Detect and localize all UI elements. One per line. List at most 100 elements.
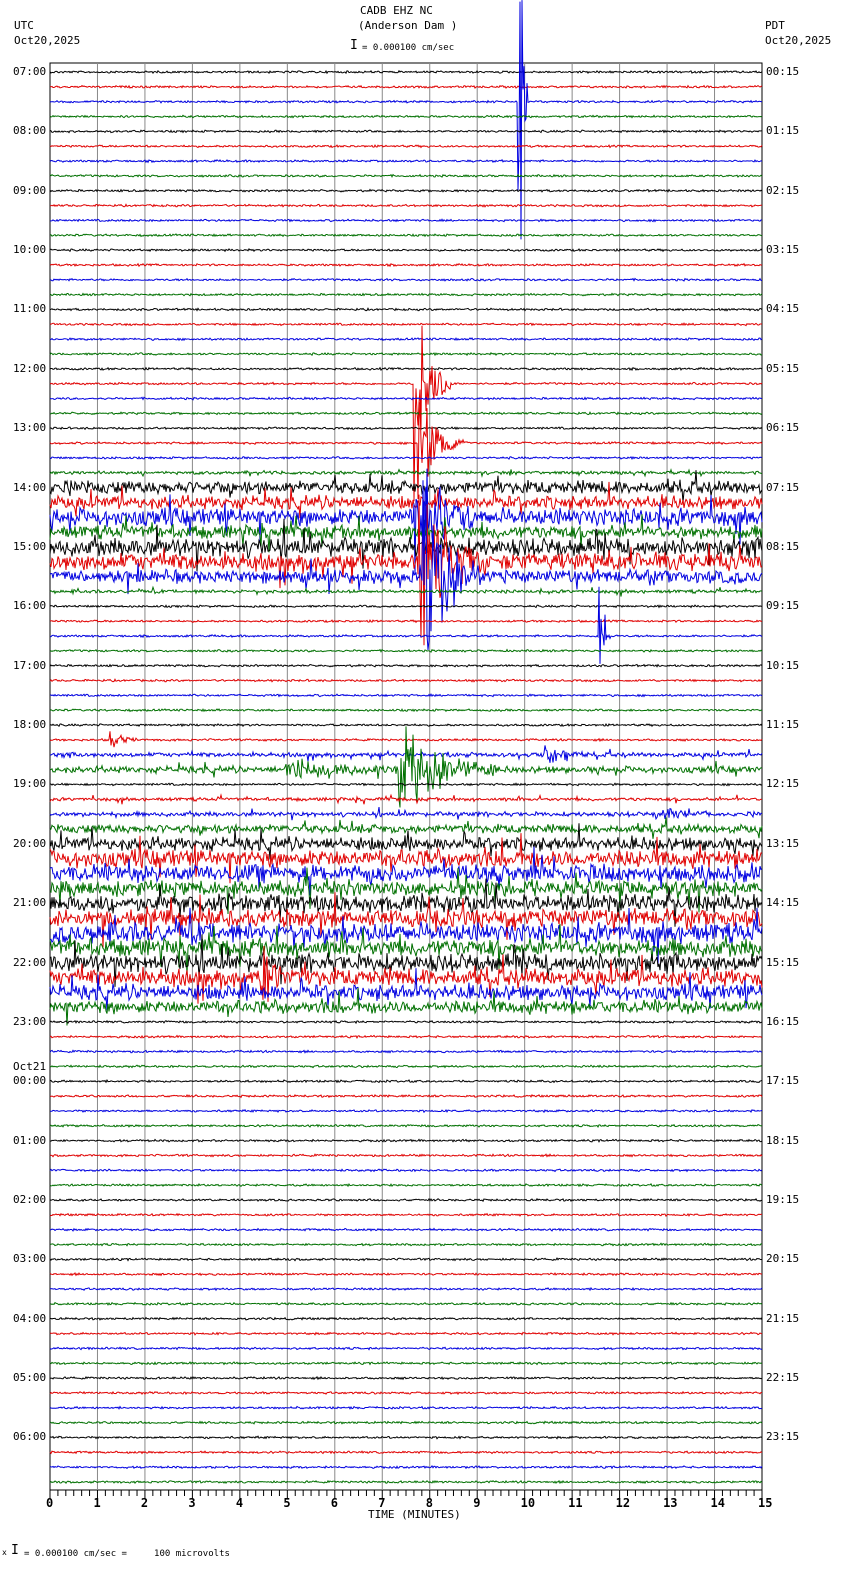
utc-hour-label: 07:00 bbox=[13, 65, 47, 78]
trace-line bbox=[49, 307, 763, 312]
x-tick-label: 11 bbox=[568, 1496, 583, 1510]
trace-line bbox=[49, 1034, 763, 1039]
pdt-hour-label: 23:15 bbox=[766, 1430, 800, 1444]
utc-hour-label: 17:00 bbox=[13, 658, 47, 672]
trace-line bbox=[49, 1272, 762, 1277]
pdt-hour-label: 04:15 bbox=[766, 302, 800, 316]
trace-line bbox=[49, 396, 762, 401]
pdt-hour-label: 19:15 bbox=[766, 1192, 800, 1206]
trace-line bbox=[49, 586, 763, 664]
trace-line bbox=[49, 793, 762, 805]
pdt-hour-label: 06:15 bbox=[766, 421, 800, 435]
utc-hour-label: 01:00 bbox=[13, 1133, 47, 1147]
trace-line bbox=[49, 722, 763, 728]
trace-line bbox=[49, 337, 763, 342]
trace-line bbox=[49, 1301, 763, 1306]
trace-line bbox=[49, 708, 763, 713]
pdt-hour-label: 15:15 bbox=[766, 955, 800, 969]
trace-line bbox=[49, 203, 763, 208]
trace-line bbox=[49, 351, 763, 357]
utc-hour-label: 03:00 bbox=[13, 1252, 47, 1266]
pdt-hour-label: 17:15 bbox=[766, 1074, 800, 1088]
utc-hour-label: 09:00 bbox=[13, 183, 47, 197]
trace-line bbox=[49, 1316, 763, 1321]
x-tick-label: 3 bbox=[188, 1496, 196, 1510]
pdt-hour-label: 07:15 bbox=[766, 480, 800, 494]
trace-line bbox=[49, 1257, 763, 1262]
x-tick-label: 4 bbox=[235, 1496, 244, 1510]
x-tick-label: 5 bbox=[283, 1496, 291, 1510]
utc-hour-label: 16:00 bbox=[13, 599, 47, 613]
trace-line bbox=[50, 1286, 763, 1292]
trace-line bbox=[49, 1435, 763, 1440]
trace-line bbox=[49, 1331, 763, 1336]
pdt-hour-label: 18:15 bbox=[766, 1133, 800, 1147]
utc-hour-label: 11:00 bbox=[13, 302, 47, 316]
utc-hour-label: 04:00 bbox=[13, 1311, 47, 1325]
x-tick-label: 10 bbox=[520, 1496, 536, 1510]
trace-line bbox=[49, 411, 763, 416]
trace-line bbox=[49, 1182, 763, 1188]
trace-line bbox=[49, 1405, 763, 1410]
utc-hour-label: 18:00 bbox=[13, 718, 47, 732]
x-tick-label: 13 bbox=[663, 1496, 678, 1510]
pdt-hour-label: 22:15 bbox=[766, 1371, 800, 1385]
utc-hour-label: 15:00 bbox=[13, 539, 47, 553]
utc-hour-label: 14:00 bbox=[13, 480, 47, 494]
utc-hour-label: 08:00 bbox=[13, 124, 47, 138]
trace-line bbox=[49, 218, 763, 223]
seismogram-plot bbox=[49, 0, 763, 1499]
utc-hour-label: 19:00 bbox=[13, 777, 47, 791]
pdt-hour-label: 01:15 bbox=[766, 124, 800, 138]
utc-hour-label: 20:00 bbox=[13, 836, 47, 850]
trace-line bbox=[49, 1064, 763, 1069]
trace-line bbox=[50, 1108, 763, 1114]
footer-mark: x bbox=[2, 1548, 7, 1557]
utc-hour-label: 13:00 bbox=[13, 421, 47, 435]
trace-line bbox=[49, 455, 763, 461]
trace-line bbox=[49, 1138, 763, 1143]
trace-line bbox=[49, 934, 763, 987]
trace-line bbox=[49, 468, 763, 478]
trace-line bbox=[49, 1242, 762, 1247]
utc-hour-label: 06:00 bbox=[13, 1430, 47, 1444]
trace-line bbox=[49, 1390, 762, 1396]
utc-hour-label: 22:00 bbox=[13, 955, 47, 969]
x-tick-label: 12 bbox=[615, 1496, 631, 1510]
pdt-hour-label: 21:15 bbox=[766, 1311, 800, 1325]
trace-line bbox=[49, 604, 763, 609]
trace-line bbox=[49, 144, 763, 149]
trace-line bbox=[49, 1450, 763, 1455]
trace-line bbox=[49, 1093, 763, 1099]
pdt-hour-label: 05:15 bbox=[766, 361, 800, 375]
trace-line bbox=[49, 648, 763, 653]
trace-line bbox=[49, 366, 763, 372]
pdt-hour-label: 09:15 bbox=[766, 599, 800, 613]
plot-frame bbox=[49, 62, 763, 1491]
trace-line bbox=[49, 1479, 763, 1485]
pdt-hour-label: 14:15 bbox=[766, 896, 800, 910]
pdt-hour-label: 11:15 bbox=[766, 718, 800, 732]
trace-line bbox=[49, 618, 763, 624]
pdt-hour-label: 12:15 bbox=[766, 777, 800, 791]
x-tick-label: 6 bbox=[330, 1496, 339, 1510]
trace-line bbox=[49, 0, 763, 240]
trace-line bbox=[49, 247, 763, 253]
trace-line bbox=[50, 693, 763, 698]
trace-line bbox=[49, 69, 763, 75]
trace-line bbox=[49, 1019, 763, 1025]
trace-line bbox=[49, 1049, 763, 1054]
trace-line bbox=[49, 807, 763, 821]
x-tick-label: 0 bbox=[46, 1496, 54, 1510]
trace-line bbox=[49, 188, 763, 193]
trace-line bbox=[49, 1346, 763, 1351]
utc-hour-label: 00:00 bbox=[13, 1074, 47, 1088]
trace-line bbox=[49, 782, 763, 787]
trace-line bbox=[49, 1375, 763, 1381]
pdt-hour-label: 08:15 bbox=[766, 539, 800, 553]
trace-line bbox=[49, 1123, 763, 1129]
trace-line bbox=[49, 158, 763, 164]
helicorder: CADB EHZ NC (Anderson Dam ) UTC Oct20,20… bbox=[0, 0, 850, 1584]
footer-scale-icon: I bbox=[11, 1543, 19, 1558]
trace-line bbox=[49, 663, 763, 668]
